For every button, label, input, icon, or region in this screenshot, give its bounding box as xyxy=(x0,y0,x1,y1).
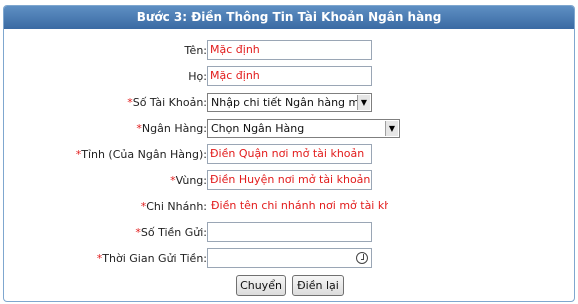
button-row: Chuyển Điền lại xyxy=(4,275,574,297)
row-province: *Tỉnh (Của Ngân Hàng): Điền Quận nơi mở … xyxy=(4,144,574,166)
panel-title: Bước 3: Điền Thông Tin Tài Khoản Ngân hà… xyxy=(4,6,574,29)
account-number-selected: Nhập chi tiết Ngân hàng mới xyxy=(211,96,370,109)
submit-button[interactable]: Chuyển xyxy=(236,275,286,296)
chevron-down-icon[interactable]: ▼ xyxy=(357,95,370,110)
deposit-time-input[interactable] xyxy=(207,248,372,268)
row-last-name: Họ: Mặc định xyxy=(4,66,574,88)
bank-selected: Chọn Ngân Hàng xyxy=(211,122,305,135)
row-deposit-time: *Thời Gian Gửi Tiền: xyxy=(4,248,574,270)
region-input[interactable]: Điền Huyện nơi mở tài khoản xyxy=(207,170,372,190)
account-number-select[interactable]: Nhập chi tiết Ngân hàng mới ▼ xyxy=(207,93,372,112)
chevron-down-icon[interactable]: ▼ xyxy=(385,121,398,136)
branch-input[interactable]: Điền tên chi nhánh nơi mở tài khoản xyxy=(207,196,389,216)
row-region: *Vùng: Điền Huyện nơi mở tài khoản xyxy=(4,170,574,192)
reset-button[interactable]: Điền lại xyxy=(292,275,344,296)
last-name-label: Họ: xyxy=(188,70,207,83)
bank-select[interactable]: Chọn Ngân Hàng ▼ xyxy=(207,119,400,138)
clock-icon[interactable] xyxy=(356,252,368,264)
row-branch: *Chi Nhánh: Điền tên chi nhánh nơi mở tà… xyxy=(4,196,574,218)
first-name-input[interactable]: Mặc định xyxy=(207,40,372,60)
account-number-label: *Số Tài Khoản: xyxy=(127,96,207,109)
deposit-amount-label: *Số Tiền Gửi: xyxy=(135,226,207,239)
first-name-label: Tên: xyxy=(184,44,207,57)
province-label: *Tỉnh (Của Ngân Hàng): xyxy=(75,148,207,161)
deposit-time-label: *Thời Gian Gửi Tiền: xyxy=(96,252,207,265)
row-account-number: *Số Tài Khoản: Nhập chi tiết Ngân hàng m… xyxy=(4,92,574,114)
bank-label: *Ngân Hàng: xyxy=(136,122,207,135)
province-input[interactable]: Điền Quận nơi mở tài khoản xyxy=(207,144,372,164)
row-bank: *Ngân Hàng: Chọn Ngân Hàng ▼ xyxy=(4,118,574,140)
last-name-input[interactable]: Mặc định xyxy=(207,66,372,86)
bank-account-panel: Bước 3: Điền Thông Tin Tài Khoản Ngân hà… xyxy=(3,5,575,302)
branch-label: *Chi Nhánh: xyxy=(140,200,207,213)
deposit-amount-input[interactable] xyxy=(207,222,372,242)
row-first-name: Tên: Mặc định xyxy=(4,40,574,62)
row-deposit-amount: *Số Tiền Gửi: xyxy=(4,222,574,244)
region-label: *Vùng: xyxy=(170,174,207,187)
